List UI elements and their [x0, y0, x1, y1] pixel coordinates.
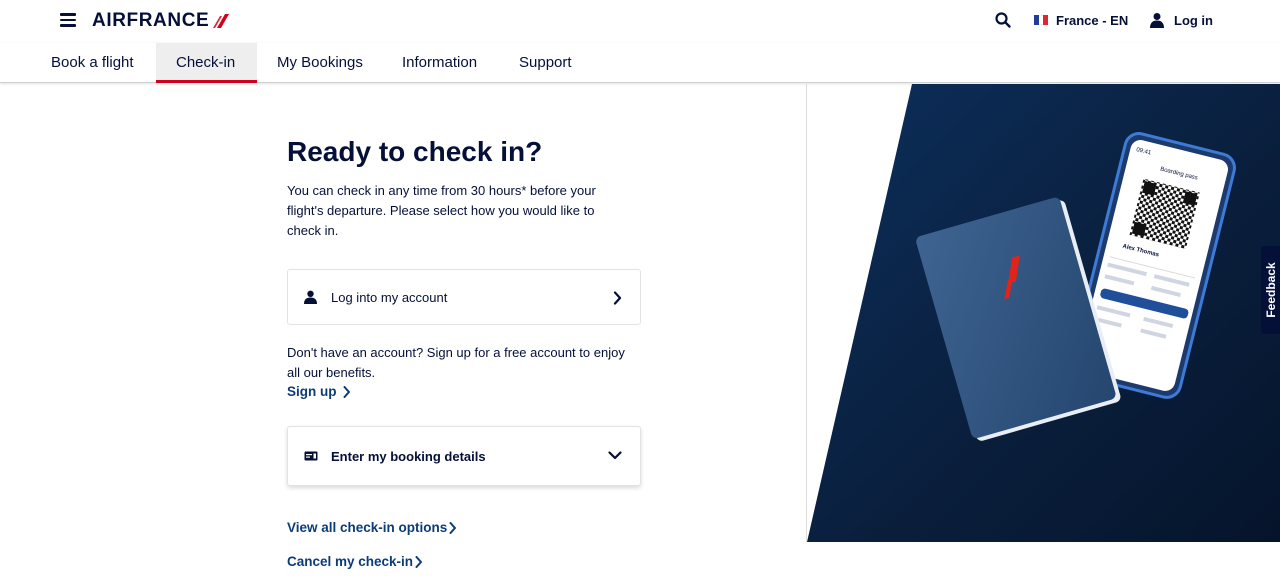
chevron-right-icon [415, 555, 423, 568]
signup-text: Don't have an account? Sign up for a fre… [287, 345, 625, 380]
user-icon [1150, 13, 1164, 28]
login-button[interactable]: Log in [1150, 11, 1213, 29]
nav-check-in[interactable]: Check-in [156, 43, 257, 83]
booking-details-option[interactable]: Enter my booking details [287, 426, 641, 486]
chevron-down-icon [608, 451, 622, 460]
login-account-label: Log into my account [331, 289, 448, 305]
cancel-checkin-link[interactable]: Cancel my check-in [287, 554, 423, 569]
top-bar: AIRFRANCE France - EN Log in [0, 0, 1280, 42]
nav-my-bookings[interactable]: My Bookings [257, 43, 383, 83]
feedback-tab[interactable]: Feedback [1261, 246, 1280, 334]
language-label: France - EN [1056, 12, 1129, 28]
checkin-main: Ready to check in? You can check in any … [0, 84, 806, 576]
logo-slash-icon [213, 14, 230, 28]
nav-support[interactable]: Support [499, 43, 592, 83]
intro-text: You can check in any time from 30 hours*… [287, 183, 596, 238]
signup-link[interactable]: Sign up [287, 384, 351, 399]
brand-name: AIRFRANCE [92, 10, 210, 31]
main-nav: Book a flight Check-in My Bookings Infor… [0, 43, 1280, 83]
user-icon [304, 290, 317, 304]
feedback-label: Feedback [1263, 262, 1278, 318]
view-checkin-options-label: View all check-in options [287, 520, 448, 535]
france-flag-icon [1034, 15, 1049, 25]
booking-details-label: Enter my booking details [331, 448, 486, 464]
page-title: Ready to check in? [287, 136, 543, 167]
login-account-option[interactable]: Log into my account [287, 269, 641, 325]
airfrance-logo[interactable]: AIRFRANCE [92, 9, 230, 33]
search-icon[interactable] [994, 11, 1012, 29]
login-label: Log in [1174, 12, 1213, 28]
cancel-checkin-label: Cancel my check-in [287, 554, 414, 569]
chevron-right-icon [343, 385, 350, 398]
view-checkin-options-link[interactable]: View all check-in options [287, 520, 457, 535]
menu-icon[interactable] [60, 13, 76, 27]
chevron-right-icon [613, 291, 622, 305]
chevron-right-icon [449, 521, 457, 534]
signup-link-label: Sign up [287, 384, 337, 399]
language-selector[interactable]: France - EN [1034, 11, 1128, 29]
nav-book-a-flight[interactable]: Book a flight [31, 43, 154, 83]
hero-illustration: 09:41 Boarding pass Alex Thomas [807, 84, 1280, 542]
nav-information[interactable]: Information [382, 43, 497, 83]
ticket-icon [304, 451, 318, 461]
